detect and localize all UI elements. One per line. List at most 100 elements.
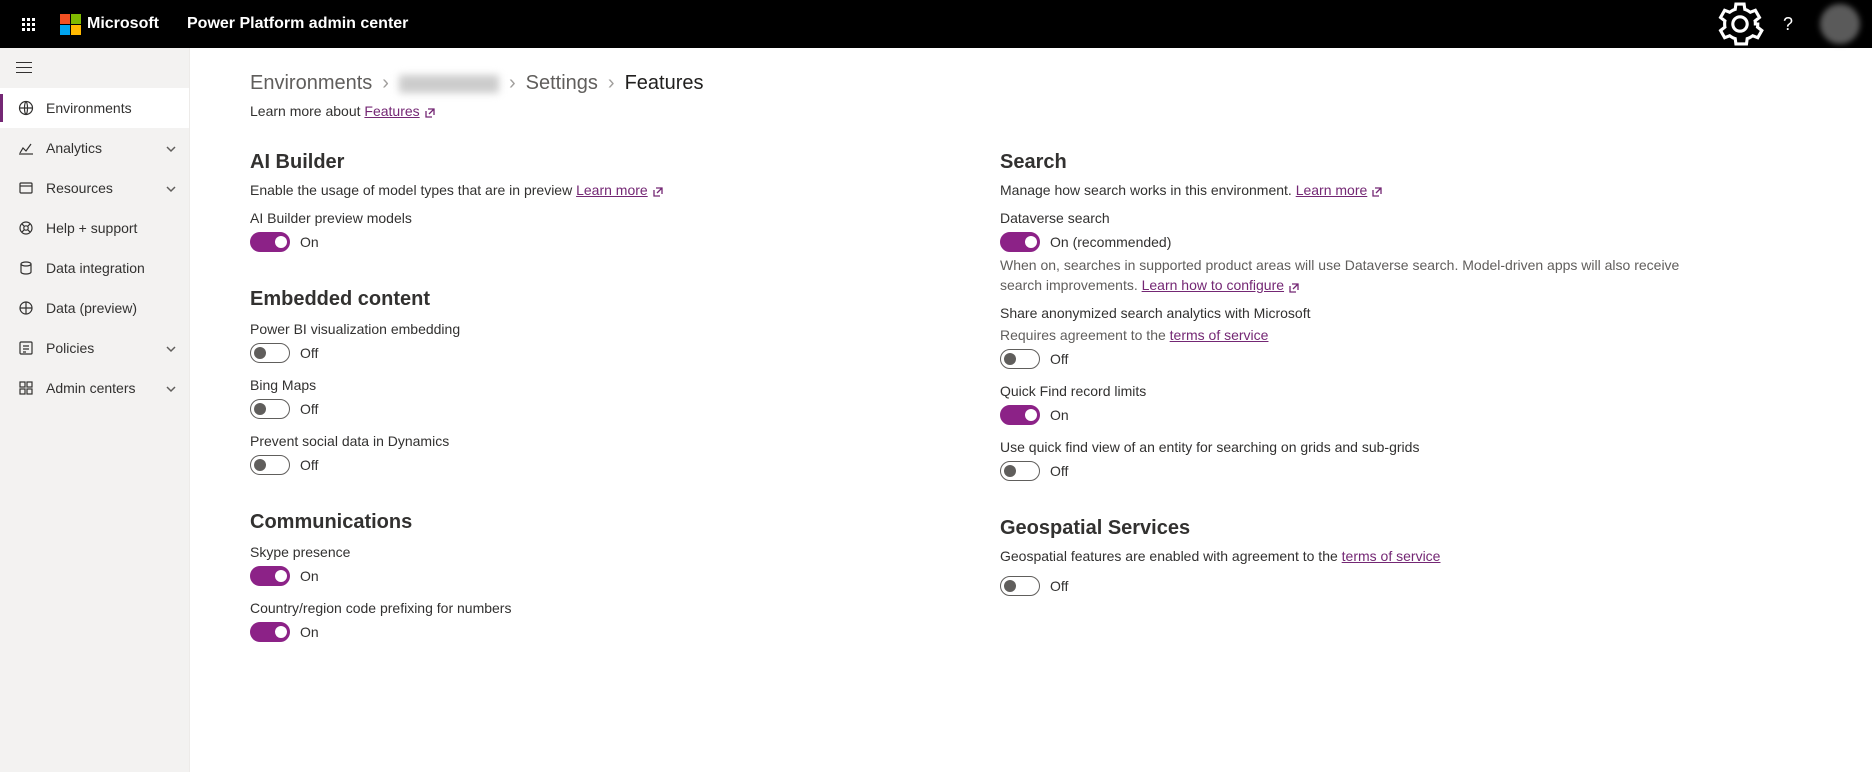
- terms-of-service-link[interactable]: terms of service: [1170, 327, 1269, 343]
- data-preview-icon: [18, 300, 34, 316]
- left-column: AI Builder Enable the usage of model typ…: [250, 147, 940, 656]
- geospatial-state: Off: [1050, 578, 1068, 594]
- ai-builder-learn-more-link[interactable]: Learn more: [576, 182, 648, 198]
- nav-collapse-button[interactable]: [0, 48, 189, 88]
- sidebar-item-label: Data (preview): [46, 300, 177, 316]
- user-avatar[interactable]: [1820, 4, 1860, 44]
- environments-icon: [18, 100, 34, 116]
- search-description: Manage how search works in this environm…: [1000, 182, 1690, 198]
- powerbi-label: Power BI visualization embedding: [250, 321, 940, 337]
- microsoft-logo-icon: [60, 14, 81, 35]
- breadcrumb-separator: ›: [608, 72, 615, 95]
- analytics-icon: [18, 140, 34, 156]
- help-support-icon: [18, 220, 34, 236]
- skype-toggle[interactable]: [250, 566, 290, 586]
- dataverse-help-text: When on, searches in supported product a…: [1000, 256, 1690, 295]
- breadcrumb-environment-name[interactable]: [399, 75, 499, 93]
- sidebar-item-label: Admin centers: [46, 380, 165, 396]
- anon-analytics-label: Share anonymized search analytics with M…: [1000, 305, 1690, 321]
- resources-icon: [18, 180, 34, 196]
- policies-icon: [18, 340, 34, 356]
- sidebar-item-policies[interactable]: Policies: [0, 328, 189, 368]
- help-button[interactable]: ?: [1764, 0, 1812, 48]
- ai-builder-description: Enable the usage of model types that are…: [250, 182, 940, 198]
- breadcrumb-current: Features: [625, 72, 704, 95]
- chevron-down-icon: [165, 182, 177, 194]
- sidebar-item-environments[interactable]: Environments: [0, 88, 189, 128]
- gear-icon: [1716, 0, 1764, 48]
- skype-state: On: [300, 568, 319, 584]
- sidebar-item-label: Policies: [46, 340, 165, 356]
- learn-more-prefix: Learn more about: [250, 103, 364, 119]
- settings-button[interactable]: [1716, 0, 1764, 48]
- right-column: Search Manage how search works in this e…: [1000, 147, 1690, 656]
- external-link-icon: [1371, 185, 1383, 197]
- chevron-down-icon: [165, 382, 177, 394]
- sidebar: Environments Analytics Resources Help + …: [0, 48, 190, 772]
- external-link-icon: [424, 106, 436, 118]
- breadcrumb-environments-link[interactable]: Environments: [250, 72, 372, 95]
- country-code-state: On: [300, 624, 319, 640]
- breadcrumb: Environments › › Settings › Features: [250, 72, 1690, 95]
- features-help-link[interactable]: Features: [364, 103, 419, 119]
- waffle-icon: [22, 18, 35, 31]
- quickview-toggle[interactable]: [1000, 461, 1040, 481]
- dataverse-search-toggle[interactable]: [1000, 232, 1040, 252]
- sidebar-item-label: Analytics: [46, 140, 165, 156]
- sidebar-item-resources[interactable]: Resources: [0, 168, 189, 208]
- geospatial-heading: Geospatial Services: [1000, 517, 1690, 540]
- main-content: Environments › › Settings › Features Lea…: [190, 48, 1872, 772]
- social-data-state: Off: [300, 457, 318, 473]
- brand-name: Microsoft: [87, 15, 159, 33]
- communications-heading: Communications: [250, 511, 940, 534]
- search-learn-more-link[interactable]: Learn more: [1296, 182, 1368, 198]
- chevron-down-icon: [165, 142, 177, 154]
- powerbi-state: Off: [300, 345, 318, 361]
- data-integration-icon: [18, 260, 34, 276]
- country-code-toggle[interactable]: [250, 622, 290, 642]
- anon-analytics-toggle[interactable]: [1000, 349, 1040, 369]
- search-heading: Search: [1000, 151, 1690, 174]
- sidebar-item-analytics[interactable]: Analytics: [0, 128, 189, 168]
- sidebar-item-admin-centers[interactable]: Admin centers: [0, 368, 189, 408]
- quickview-label: Use quick find view of an entity for sea…: [1000, 439, 1690, 455]
- ai-builder-preview-toggle[interactable]: [250, 232, 290, 252]
- admin-centers-icon: [18, 380, 34, 396]
- sidebar-item-help[interactable]: Help + support: [0, 208, 189, 248]
- embedded-content-heading: Embedded content: [250, 288, 940, 311]
- ai-builder-preview-state: On: [300, 234, 319, 250]
- top-bar: Microsoft Power Platform admin center ?: [0, 0, 1872, 48]
- sidebar-item-label: Resources: [46, 180, 165, 196]
- product-name: Power Platform admin center: [187, 15, 408, 33]
- sidebar-item-label: Data integration: [46, 260, 177, 276]
- quickfind-state: On: [1050, 407, 1069, 423]
- bing-maps-label: Bing Maps: [250, 377, 940, 393]
- breadcrumb-settings-link[interactable]: Settings: [526, 72, 598, 95]
- external-link-icon: [652, 185, 664, 197]
- learn-more-line: Learn more about Features: [250, 103, 1690, 119]
- social-data-toggle[interactable]: [250, 455, 290, 475]
- quickfind-label: Quick Find record limits: [1000, 383, 1690, 399]
- app-launcher-button[interactable]: [4, 0, 52, 48]
- skype-label: Skype presence: [250, 544, 940, 560]
- sidebar-item-data-preview[interactable]: Data (preview): [0, 288, 189, 328]
- country-code-label: Country/region code prefixing for number…: [250, 600, 940, 616]
- geospatial-description: Geospatial features are enabled with agr…: [1000, 548, 1690, 564]
- sidebar-item-label: Environments: [46, 100, 177, 116]
- social-data-label: Prevent social data in Dynamics: [250, 433, 940, 449]
- geo-terms-link[interactable]: terms of service: [1342, 548, 1441, 564]
- ai-builder-heading: AI Builder: [250, 151, 940, 174]
- sidebar-item-data-integration[interactable]: Data integration: [0, 248, 189, 288]
- quickfind-toggle[interactable]: [1000, 405, 1040, 425]
- geospatial-toggle[interactable]: [1000, 576, 1040, 596]
- bing-maps-state: Off: [300, 401, 318, 417]
- chevron-down-icon: [165, 342, 177, 354]
- powerbi-toggle[interactable]: [250, 343, 290, 363]
- dataverse-configure-link[interactable]: Learn how to configure: [1142, 277, 1284, 293]
- help-icon: ?: [1783, 14, 1793, 35]
- external-link-icon: [1288, 280, 1300, 292]
- bing-maps-toggle[interactable]: [250, 399, 290, 419]
- dataverse-search-label: Dataverse search: [1000, 210, 1690, 226]
- hamburger-icon: [16, 62, 32, 74]
- breadcrumb-separator: ›: [382, 72, 389, 95]
